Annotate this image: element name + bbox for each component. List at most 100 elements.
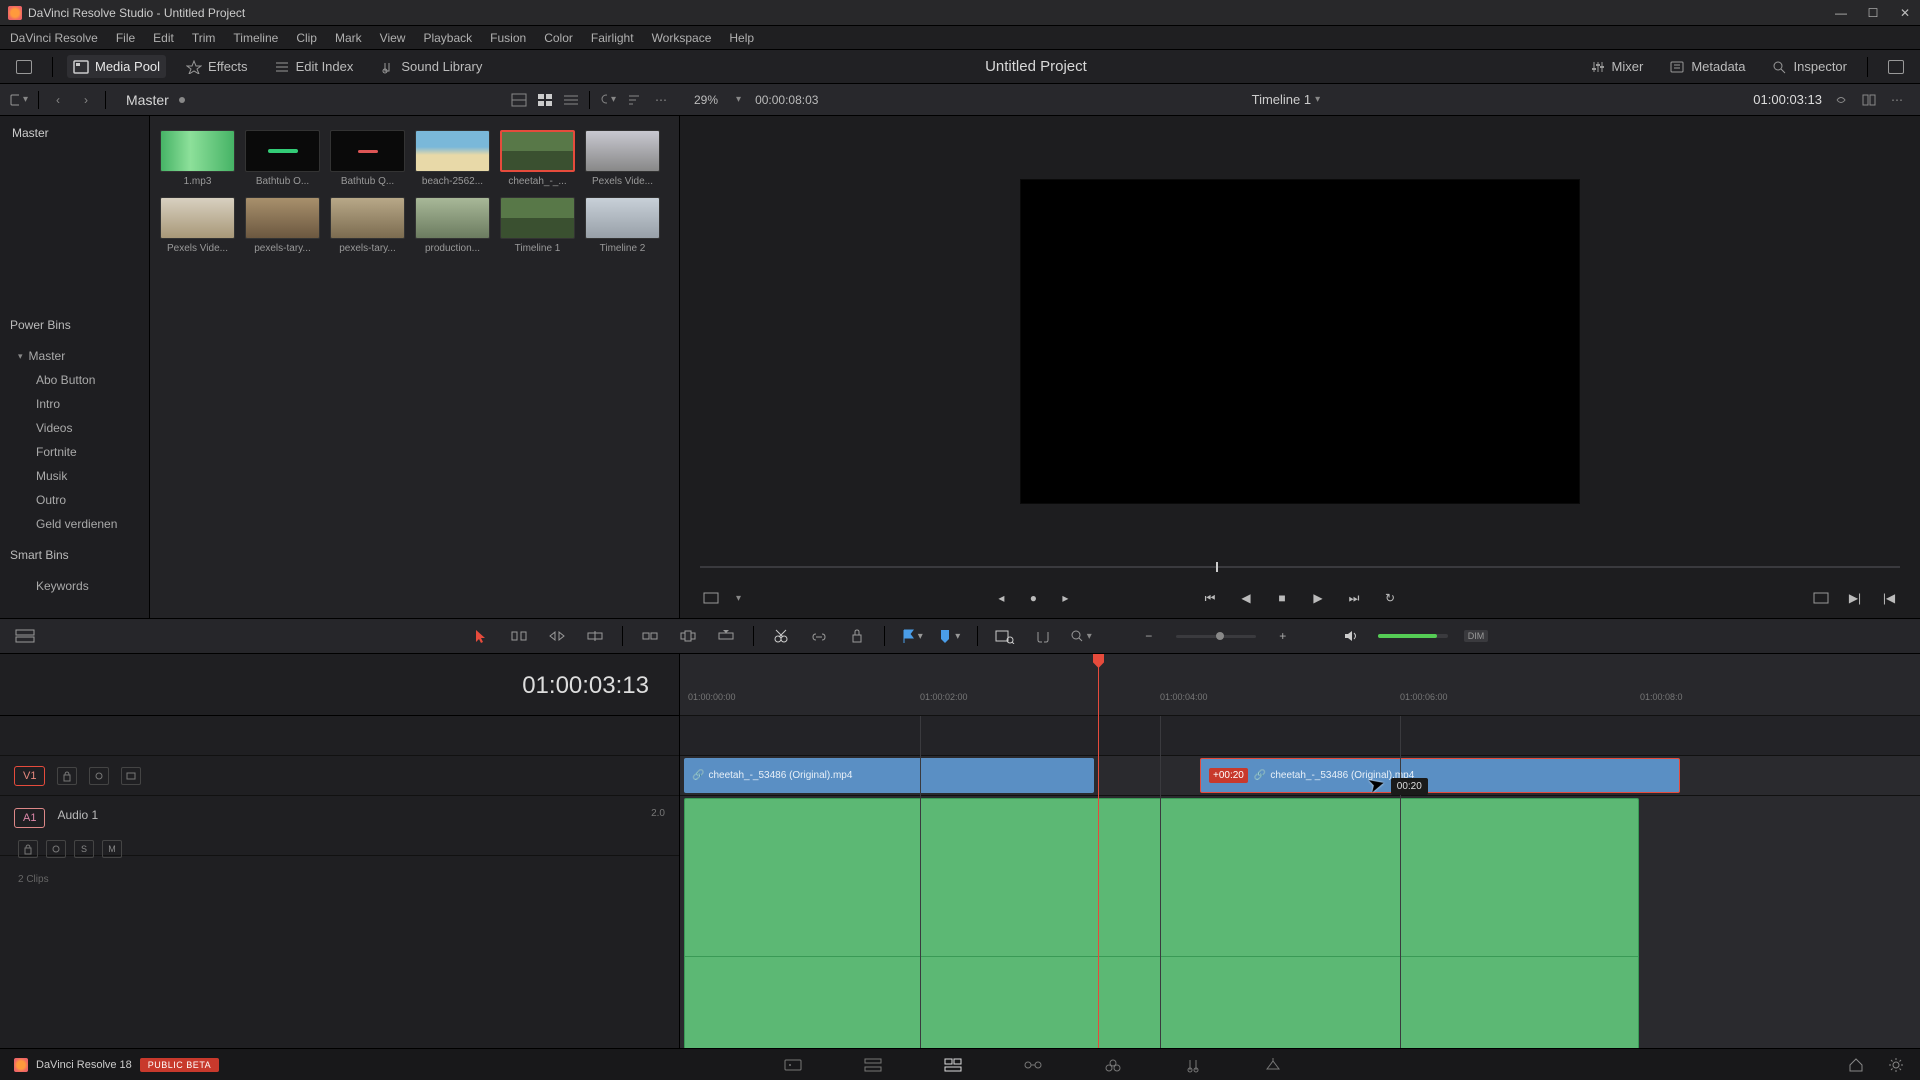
snap-search-icon[interactable] bbox=[994, 626, 1016, 646]
nav-fwd[interactable]: › bbox=[77, 91, 95, 109]
smart-bin-keywords[interactable]: Keywords bbox=[0, 574, 149, 598]
media-clip[interactable]: Timeline 1 bbox=[500, 197, 575, 254]
viewer-canvas[interactable] bbox=[680, 116, 1920, 556]
dynamic-trim-icon[interactable] bbox=[546, 626, 568, 646]
more-options[interactable]: ⋯ bbox=[652, 91, 670, 109]
marker-nav-icon[interactable]: ● bbox=[1022, 587, 1044, 609]
link-icon[interactable] bbox=[808, 626, 830, 646]
overwrite-icon[interactable] bbox=[677, 626, 699, 646]
color-page-icon[interactable] bbox=[1103, 1056, 1123, 1074]
v1-auto-icon[interactable] bbox=[89, 767, 109, 785]
timeline-ruler[interactable]: 01:00:00:00 01:00:02:00 01:00:04:00 01:0… bbox=[680, 654, 1920, 716]
timeline-view-icon[interactable] bbox=[14, 626, 36, 646]
mixer-button[interactable]: Mixer bbox=[1584, 55, 1650, 78]
edit-index-button[interactable]: Edit Index bbox=[268, 55, 360, 78]
media-clip[interactable]: Timeline 2 bbox=[585, 197, 660, 254]
view-metadata-icon[interactable] bbox=[511, 93, 527, 107]
bin-dropdown[interactable]: ▾ bbox=[10, 91, 28, 109]
fusion-page-icon[interactable] bbox=[1023, 1056, 1043, 1074]
v1-track[interactable]: 🔗 cheetah_-_53486 (Original).mp4 +00:20 … bbox=[680, 756, 1920, 796]
zoom-out-icon[interactable]: − bbox=[1138, 626, 1160, 646]
master-bin[interactable]: Master bbox=[0, 116, 149, 150]
close-button[interactable]: ✕ bbox=[1898, 6, 1912, 20]
media-clip[interactable]: pexels-tary... bbox=[330, 197, 405, 254]
media-clip[interactable]: pexels-tary... bbox=[245, 197, 320, 254]
layout-button[interactable] bbox=[10, 56, 38, 78]
prev-edit-icon[interactable]: ◂ bbox=[990, 587, 1012, 609]
view-thumb-icon[interactable] bbox=[537, 93, 553, 107]
selection-tool-icon[interactable] bbox=[470, 626, 492, 646]
v1-disable-icon[interactable] bbox=[121, 767, 141, 785]
search-icon[interactable]: ▾ bbox=[600, 93, 616, 107]
volume-icon[interactable] bbox=[1340, 626, 1362, 646]
zoom-slider[interactable] bbox=[1176, 635, 1256, 638]
fairlight-page-icon[interactable] bbox=[1183, 1056, 1203, 1074]
replace-icon[interactable] bbox=[715, 626, 737, 646]
menu-workspace[interactable]: Workspace bbox=[652, 31, 712, 45]
menu-trim[interactable]: Trim bbox=[192, 31, 216, 45]
menu-edit[interactable]: Edit bbox=[153, 31, 174, 45]
a1-solo[interactable]: S bbox=[74, 840, 94, 858]
viewer-scrubber[interactable] bbox=[680, 556, 1920, 578]
power-bin-videos[interactable]: Videos bbox=[0, 416, 149, 440]
step-end-icon[interactable]: |◀ bbox=[1878, 587, 1900, 609]
timeline-name-label[interactable]: Timeline 1 bbox=[1252, 92, 1311, 107]
stop-icon[interactable]: ■ bbox=[1271, 587, 1293, 609]
crop-mode-icon[interactable] bbox=[700, 587, 722, 609]
audio-clip[interactable] bbox=[684, 798, 1639, 1048]
power-bin-abo[interactable]: Abo Button bbox=[0, 368, 149, 392]
edit-page-icon[interactable] bbox=[943, 1056, 963, 1074]
deliver-page-icon[interactable] bbox=[1263, 1056, 1283, 1074]
menu-playback[interactable]: Playback bbox=[423, 31, 472, 45]
dim-button[interactable]: DIM bbox=[1464, 630, 1489, 642]
play-icon[interactable]: ▶ bbox=[1307, 587, 1329, 609]
lock-icon[interactable] bbox=[846, 626, 868, 646]
nav-back[interactable]: ‹ bbox=[49, 91, 67, 109]
settings-icon[interactable] bbox=[1886, 1056, 1906, 1074]
inspector-button[interactable]: Inspector bbox=[1766, 55, 1853, 78]
media-page-icon[interactable] bbox=[783, 1056, 803, 1074]
insert-icon[interactable] bbox=[639, 626, 661, 646]
media-pool-button[interactable]: Media Pool bbox=[67, 55, 166, 78]
marker-icon[interactable]: ▾ bbox=[939, 626, 961, 646]
a1-mute[interactable]: M bbox=[102, 840, 122, 858]
view-list-icon[interactable] bbox=[563, 93, 579, 107]
media-clip[interactable]: Pexels Vide... bbox=[585, 130, 660, 187]
playhead[interactable] bbox=[1098, 654, 1099, 1048]
step-fwd-icon[interactable]: ▶| bbox=[1844, 587, 1866, 609]
media-clip[interactable]: Bathtub O... bbox=[245, 130, 320, 187]
timeline-tracks[interactable]: 01:00:00:00 01:00:02:00 01:00:04:00 01:0… bbox=[680, 654, 1920, 1048]
maximize-button[interactable]: ☐ bbox=[1866, 6, 1880, 20]
metadata-button[interactable]: Metadata bbox=[1663, 55, 1751, 78]
jump-start-icon[interactable]: ⏮ bbox=[1199, 587, 1221, 609]
menu-mark[interactable]: Mark bbox=[335, 31, 362, 45]
viewer-more-options[interactable]: ⋯ bbox=[1888, 91, 1906, 109]
menu-davinci[interactable]: DaVinci Resolve bbox=[10, 31, 98, 45]
media-clip[interactable]: Pexels Vide... bbox=[160, 197, 235, 254]
volume-slider[interactable] bbox=[1378, 634, 1448, 638]
sound-library-button[interactable]: Sound Library bbox=[373, 55, 488, 78]
jump-end-icon[interactable]: ⏭ bbox=[1343, 587, 1365, 609]
zoom-in-icon[interactable]: + bbox=[1272, 626, 1294, 646]
power-bin-musik[interactable]: Musik bbox=[0, 464, 149, 488]
dual-view-icon[interactable] bbox=[1860, 91, 1878, 109]
media-clip[interactable]: Bathtub Q... bbox=[330, 130, 405, 187]
media-clip[interactable]: 1.mp3 bbox=[160, 130, 235, 187]
menu-color[interactable]: Color bbox=[544, 31, 573, 45]
cut-page-icon[interactable] bbox=[863, 1056, 883, 1074]
video-clip-1[interactable]: 🔗 cheetah_-_53486 (Original).mp4 bbox=[684, 758, 1094, 793]
flag-icon[interactable]: ▾ bbox=[901, 626, 923, 646]
zoom-percent[interactable]: 29% bbox=[694, 93, 718, 107]
snap-icon[interactable] bbox=[1032, 626, 1054, 646]
power-bin-master[interactable]: ▾Master bbox=[0, 344, 149, 368]
power-bin-intro[interactable]: Intro bbox=[0, 392, 149, 416]
power-bin-geld[interactable]: Geld verdienen bbox=[0, 512, 149, 536]
v1-lock-icon[interactable] bbox=[57, 767, 77, 785]
video-clip-2[interactable]: +00:20 🔗 cheetah_-_53486 (Original).mp4 bbox=[1200, 758, 1680, 793]
a1-badge[interactable]: A1 bbox=[14, 808, 45, 828]
minimize-button[interactable]: — bbox=[1834, 6, 1848, 20]
menu-file[interactable]: File bbox=[116, 31, 135, 45]
next-edit-icon[interactable]: ▸ bbox=[1054, 587, 1076, 609]
menu-timeline[interactable]: Timeline bbox=[233, 31, 278, 45]
sort-icon[interactable] bbox=[626, 93, 642, 107]
